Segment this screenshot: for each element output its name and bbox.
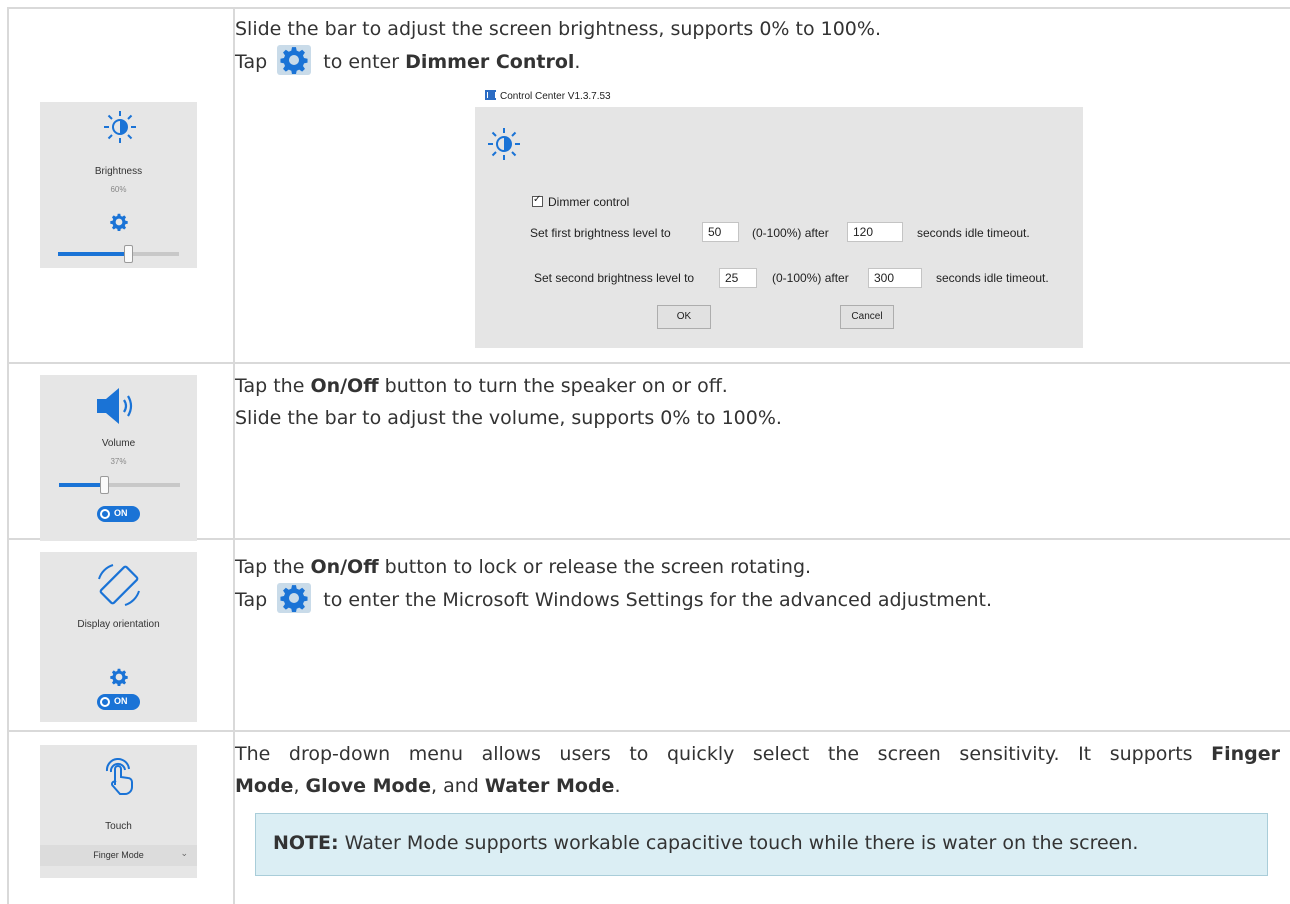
desc-text: button to lock or release the screen rot…: [378, 556, 812, 578]
desc-text: button to turn the speaker on or off.: [378, 375, 728, 397]
brightness-description: Slide the bar to adjust the screen brigh…: [235, 13, 881, 78]
gear-icon: [277, 45, 312, 75]
desc-text: Tap the: [235, 556, 311, 578]
brightness-slider[interactable]: [58, 252, 179, 256]
speaker-icon: [97, 388, 133, 424]
note-box: NOTE: Water Mode supports workable capac…: [255, 813, 1268, 876]
gear-icon[interactable]: [110, 668, 128, 686]
brightness-icon: [104, 111, 136, 143]
desc-text: .: [614, 775, 621, 797]
desc-line: Slide the bar to adjust the screen brigh…: [235, 13, 881, 45]
dialog-title: Control Center V1.3.7.53: [500, 91, 611, 102]
toggle-state: ON: [114, 508, 128, 518]
bold-term: On/Off: [310, 375, 379, 397]
second-level-label: Set second brightness level to: [534, 271, 695, 285]
desc-line: Slide the bar to adjust the volume, supp…: [235, 402, 782, 434]
gear-icon: [277, 583, 312, 613]
touch-label: Touch: [105, 821, 132, 832]
brightness-icon: [488, 128, 520, 160]
brightness-tile: Brightness 60%: [40, 102, 197, 268]
desc-text: , and: [431, 775, 485, 797]
first-timeout-label: seconds idle timeout.: [917, 226, 1030, 240]
cancel-button[interactable]: Cancel: [840, 305, 894, 329]
brightness-label: Brightness: [94, 166, 143, 177]
bold-term: Dimmer Control: [405, 51, 575, 73]
desc-text: to enter: [317, 51, 406, 73]
first-range-label: (0-100%) after: [752, 226, 829, 240]
touch-icon: [105, 757, 133, 795]
desc-text: Tap: [235, 51, 274, 73]
first-seconds-field[interactable]: 120: [847, 222, 903, 242]
volume-tile: Volume 37% ON: [40, 375, 197, 541]
second-timeout-label: seconds idle timeout.: [936, 271, 1049, 285]
orientation-description: Tap the On/Off button to lock or release…: [235, 551, 992, 616]
dimmer-control-dialog: Dimmer control Set first brightness leve…: [475, 107, 1083, 348]
touch-description: The drop-down menu allows users to quick…: [235, 738, 1280, 802]
rotation-lock-toggle[interactable]: ON: [97, 694, 140, 710]
toggle-knob: [100, 509, 110, 519]
second-level-field[interactable]: 25: [719, 268, 757, 288]
desc-line: Tap the On/Off button to turn the speake…: [235, 370, 782, 402]
dialog-title-bar: Control Center V1.3.7.53: [485, 90, 611, 102]
second-seconds-field[interactable]: 300: [868, 268, 922, 288]
note-label: NOTE:: [273, 832, 339, 854]
second-range-label: (0-100%) after: [772, 271, 849, 285]
desc-line: Tap to enter the Microsoft Windows Setti…: [235, 583, 992, 616]
rotation-icon: [98, 564, 140, 606]
app-icon: [485, 90, 496, 100]
checkbox-label: Dimmer control: [548, 195, 630, 209]
desc-text: Slide the bar to adjust the screen brigh…: [235, 18, 881, 40]
touch-tile: Touch Finger Mode ⌄: [40, 745, 197, 878]
desc-text: ,: [293, 775, 306, 797]
volume-slider-fill: [59, 483, 104, 487]
volume-label: Volume: [101, 438, 136, 449]
desc-text: Tap the: [235, 375, 311, 397]
gear-icon[interactable]: [110, 213, 128, 231]
desc-text: .: [574, 51, 581, 73]
desc-text: The drop-down menu allows users to quick…: [235, 743, 1212, 765]
desc-line: The drop-down menu allows users to quick…: [235, 738, 1280, 770]
dropdown-value: Finger Mode: [93, 850, 144, 860]
touch-mode-dropdown[interactable]: Finger Mode ⌄: [40, 845, 197, 866]
bold-term: Glove Mode: [305, 775, 432, 797]
checkbox-box[interactable]: [532, 194, 543, 207]
bold-term: Finger: [1211, 743, 1280, 765]
bold-term: Mode: [235, 775, 294, 797]
first-level-label: Set first brightness level to: [530, 226, 671, 240]
desc-line: Tap to enter Dimmer Control.: [235, 45, 881, 78]
first-level-field[interactable]: 50: [702, 222, 739, 242]
note-text: Water Mode supports workable capacitive …: [338, 832, 1139, 854]
bold-term: On/Off: [310, 556, 379, 578]
volume-slider[interactable]: [59, 483, 180, 487]
desc-text: Slide the bar to adjust the volume, supp…: [235, 407, 782, 429]
brightness-slider-thumb[interactable]: [124, 245, 133, 263]
desc-text: Tap: [235, 589, 274, 611]
brightness-value: 60%: [110, 185, 127, 194]
ok-button[interactable]: OK: [657, 305, 711, 329]
volume-description: Tap the On/Off button to turn the speake…: [235, 370, 782, 434]
volume-value: 37%: [110, 457, 127, 466]
desc-text: to enter the Microsoft Windows Settings …: [317, 589, 992, 611]
speaker-toggle[interactable]: ON: [97, 506, 140, 522]
brightness-slider-fill: [58, 252, 131, 256]
orientation-tile: Display orientation ON: [40, 552, 197, 722]
bold-term: Water Mode: [484, 775, 615, 797]
desc-line: Tap the On/Off button to lock or release…: [235, 551, 992, 583]
orientation-label: Display orientation: [77, 619, 160, 630]
volume-slider-thumb[interactable]: [100, 476, 109, 494]
toggle-knob: [100, 697, 110, 707]
toggle-state: ON: [114, 696, 128, 706]
chevron-down-icon: ⌄: [180, 848, 188, 858]
desc-line: Mode, Glove Mode, and Water Mode.: [235, 770, 1280, 802]
dimmer-control-checkbox[interactable]: Dimmer control: [532, 194, 630, 209]
